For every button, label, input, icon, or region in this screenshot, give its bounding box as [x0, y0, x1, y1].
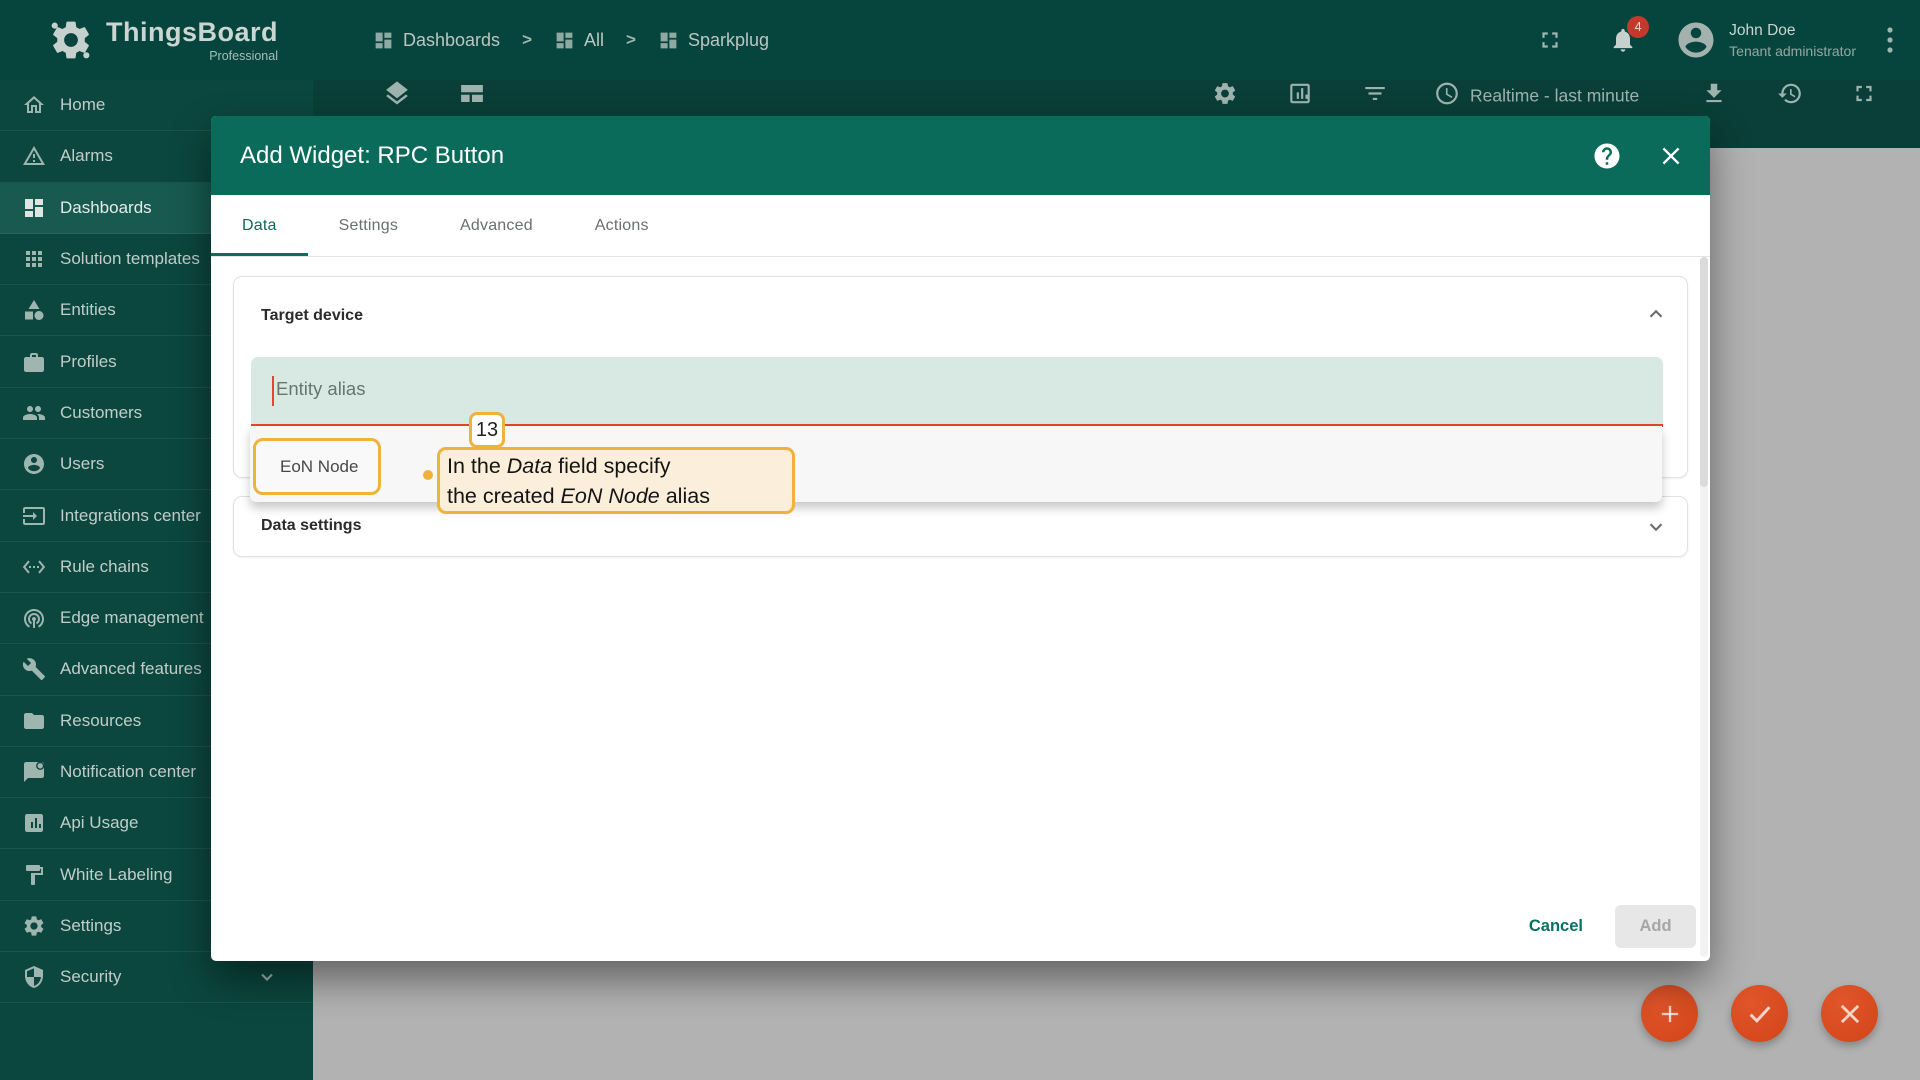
thingsboard-app: ThingsBoard Professional Dashboards > Al… [0, 0, 1920, 1080]
home-icon [24, 96, 44, 114]
target-device-title: Target device [261, 307, 363, 324]
integrations-input-icon [23, 506, 45, 525]
chevron-down-icon [261, 973, 273, 982]
callout-line-1: In the Data field specify [447, 454, 671, 478]
user-role: Tenant administrator [1729, 42, 1856, 59]
expand-data-settings-button[interactable] [1645, 516, 1667, 538]
tab-advanced[interactable]: Advanced [429, 195, 564, 256]
dropdown-option-eon-node[interactable]: EoN Node [253, 438, 381, 495]
breadcrumb-item-all[interactable]: All [554, 30, 604, 51]
scrollbar-thumb[interactable] [1700, 257, 1708, 487]
decline-changes-fab[interactable] [1821, 985, 1878, 1042]
rule-chains-icon [22, 560, 46, 574]
text-cursor [272, 376, 274, 406]
user-menu-button[interactable] [1886, 25, 1894, 55]
breadcrumb-item-sparkplug[interactable]: Sparkplug [658, 30, 769, 51]
dialog-tabs: Data Settings Advanced Actions [211, 195, 1710, 257]
logo-subtitle: Professional [209, 49, 278, 63]
plus-icon [1661, 1005, 1678, 1022]
collapse-target-device-button[interactable] [1645, 303, 1667, 325]
annotation-callout: In the Data field specify the created Eo… [437, 447, 795, 514]
dialog-footer: Cancel Add [1515, 905, 1696, 948]
dashboard-settings-icon[interactable] [1212, 81, 1238, 112]
add-widget-dialog: Add Widget: RPC Button Data Settings Adv… [211, 116, 1710, 961]
dashboard-icon [375, 32, 392, 48]
fullscreen-icon [1542, 32, 1558, 48]
alarm-warning-icon [23, 146, 45, 166]
check-icon [1749, 1005, 1770, 1023]
dashboard-icon [660, 32, 677, 48]
user-circle-icon [24, 454, 44, 475]
entities-shapes-icon [25, 300, 44, 321]
profiles-badge-icon [24, 352, 44, 372]
callout-line-2: the created EoN Node alias [447, 484, 710, 508]
chevron-up-icon [1649, 309, 1663, 318]
breadcrumb: Dashboards > All > Sparkplug [373, 30, 769, 51]
logo-title: ThingsBoard [106, 17, 278, 47]
format-paint-icon [26, 864, 43, 885]
filter-icon[interactable] [1362, 81, 1388, 112]
close-dialog-button[interactable] [1658, 143, 1684, 169]
annotation-connector-dot [423, 470, 433, 480]
top-header-bar: ThingsBoard Professional Dashboards > Al… [0, 0, 1920, 80]
dialog-scrollbar[interactable] [1700, 257, 1708, 957]
kebab-menu-icon [1887, 27, 1893, 53]
close-icon [1662, 147, 1680, 164]
thingsboard-logo-icon [51, 21, 90, 59]
tab-actions[interactable]: Actions [564, 195, 680, 256]
apps-grid-icon [26, 251, 42, 268]
entity-alias-input[interactable]: Entity alias [251, 357, 1663, 427]
customers-people-icon [23, 405, 45, 420]
breadcrumb-separator: > [522, 30, 532, 49]
cancel-button[interactable]: Cancel [1515, 907, 1597, 946]
widgets-icon[interactable] [458, 79, 487, 113]
chevron-down-icon [1649, 523, 1663, 532]
dashboard-icon [25, 198, 43, 217]
tab-settings[interactable]: Settings [308, 195, 429, 256]
avatar[interactable] [1675, 19, 1717, 61]
user-name: John Doe [1729, 21, 1796, 39]
thingsboard-logo[interactable]: ThingsBoard Professional [48, 14, 278, 66]
annotation-step-number: 13 [469, 412, 505, 448]
add-button[interactable]: Add [1615, 905, 1696, 948]
edge-antenna-icon [24, 609, 44, 629]
notification-message-icon [24, 761, 45, 782]
close-icon [1840, 1004, 1859, 1023]
help-icon [1594, 143, 1620, 168]
tools-icon [22, 658, 45, 681]
api-usage-chart-icon [25, 814, 43, 833]
toolbar-fullscreen-icon[interactable] [1851, 81, 1877, 112]
breadcrumb-separator: > [626, 30, 636, 49]
dialog-title: Add Widget: RPC Button [240, 141, 505, 169]
user-info[interactable]: John Doe Tenant administrator [1729, 22, 1856, 59]
notifications-badge: 4 [1627, 16, 1650, 38]
data-settings-title: Data settings [261, 517, 362, 534]
timewindow-clock-icon[interactable] [1434, 81, 1460, 112]
entity-alias-placeholder: Entity alias [276, 378, 366, 399]
export-icon[interactable] [1701, 81, 1727, 112]
dashboard-icon [556, 32, 573, 48]
layers-icon[interactable] [383, 79, 412, 113]
help-button[interactable] [1592, 141, 1622, 171]
tab-data[interactable]: Data [211, 195, 308, 256]
add-widget-fab[interactable] [1641, 985, 1698, 1042]
shield-icon [25, 966, 43, 989]
breadcrumb-item-dashboards[interactable]: Dashboards [373, 30, 500, 51]
dialog-header: Add Widget: RPC Button [211, 116, 1710, 195]
gear-icon [24, 916, 44, 936]
apply-changes-fab[interactable] [1731, 985, 1788, 1042]
timewindow-label[interactable]: Realtime - last minute [1470, 86, 1639, 107]
fullscreen-button[interactable] [1537, 27, 1563, 53]
folder-icon [24, 712, 44, 729]
entity-aliases-icon[interactable] [1287, 81, 1313, 112]
version-history-icon[interactable] [1777, 81, 1803, 112]
